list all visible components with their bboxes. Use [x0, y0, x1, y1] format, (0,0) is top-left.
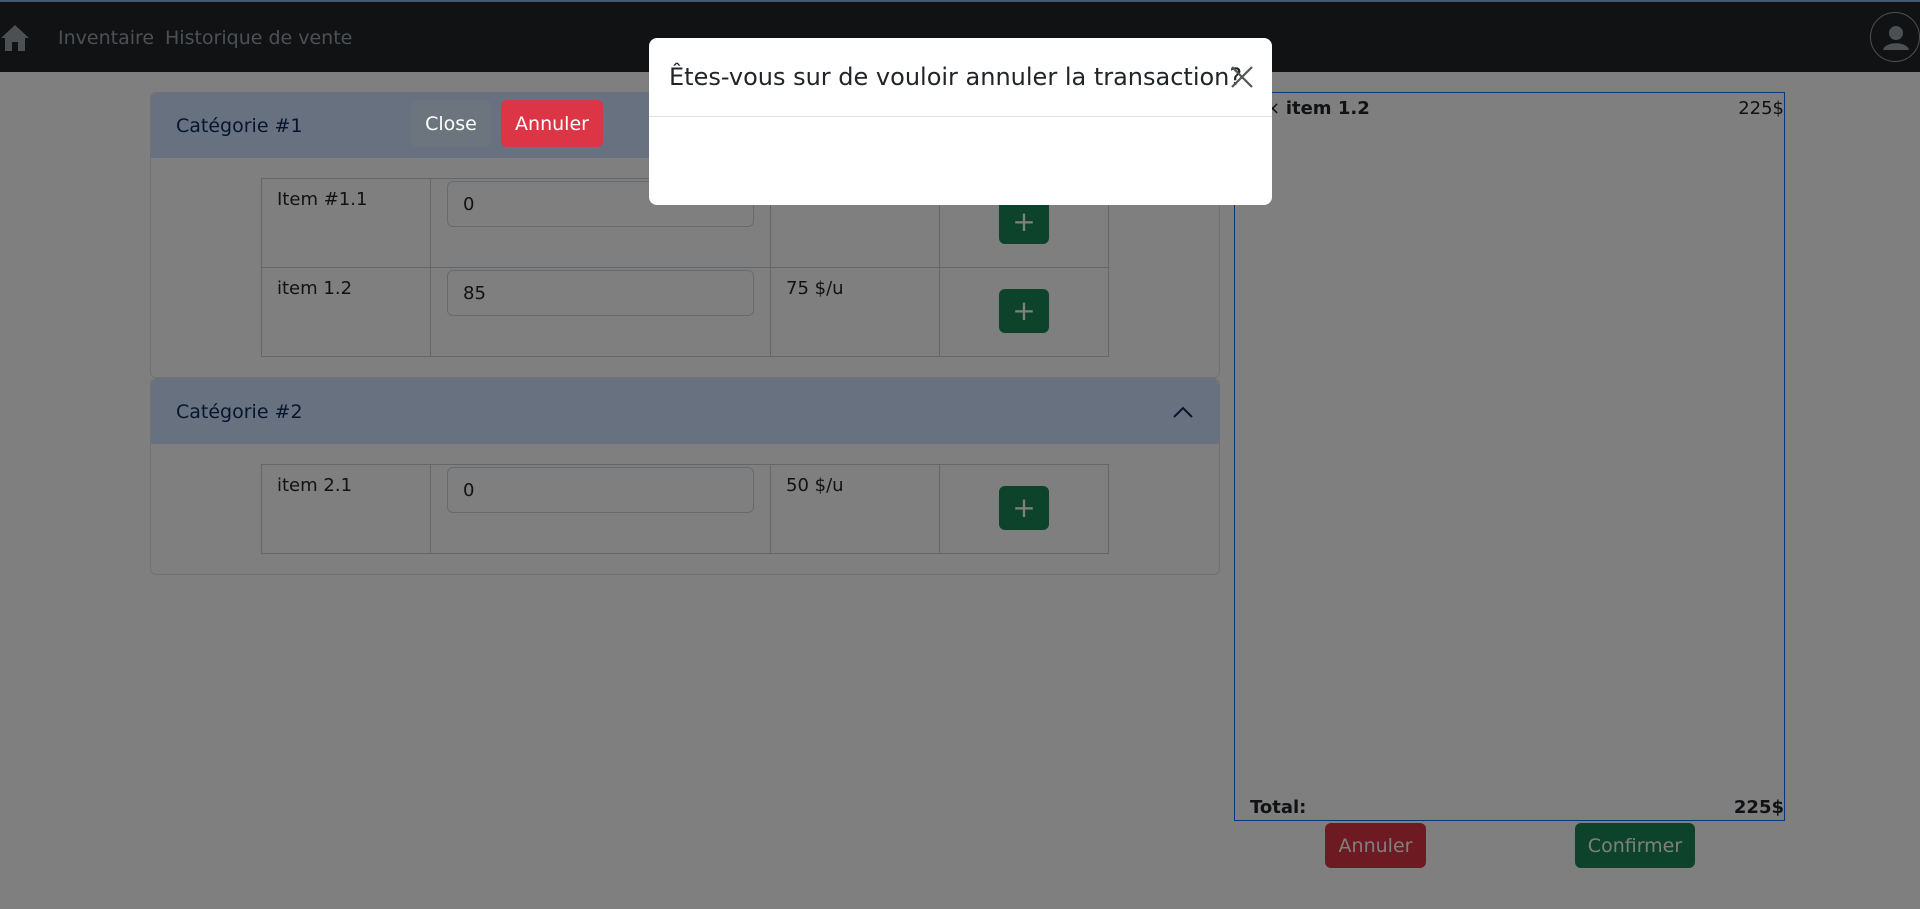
modal-annuler-button[interactable]: Annuler — [501, 100, 603, 147]
modal-close-button[interactable]: Close — [411, 100, 491, 147]
modal-header: Êtes-vous sur de vouloir annuler la tran… — [649, 38, 1272, 117]
modal-title: Êtes-vous sur de vouloir annuler la tran… — [669, 63, 1243, 91]
confirm-cancel-modal: Êtes-vous sur de vouloir annuler la tran… — [649, 38, 1272, 205]
close-icon[interactable] — [1229, 64, 1255, 90]
